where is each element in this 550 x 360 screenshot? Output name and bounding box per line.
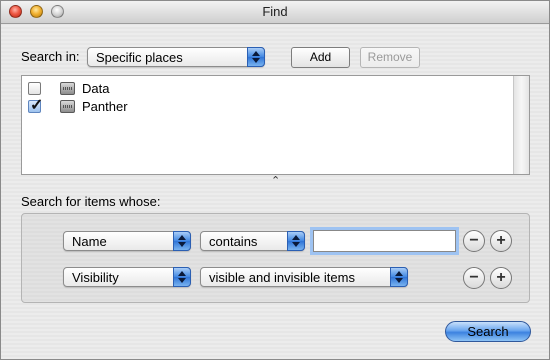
remove-button[interactable]: Remove <box>360 47 420 68</box>
operator-value: contains <box>209 234 258 249</box>
list-item[interactable]: ✓ Panther <box>28 97 328 116</box>
search-in-value: Specific places <box>96 50 183 65</box>
plus-icon[interactable]: + <box>490 267 512 289</box>
checkmark-icon: ✓ <box>30 97 44 114</box>
operator-value: visible and invisible items <box>209 270 355 285</box>
attribute-popup-visibility[interactable]: Visibility <box>63 267 191 287</box>
criteria-box <box>21 213 530 303</box>
popup-arrows-icon <box>247 47 265 67</box>
place-checkbox-panther[interactable]: ✓ <box>28 97 43 114</box>
window-title: Find <box>262 4 288 19</box>
operator-popup-visibility[interactable]: visible and invisible items <box>200 267 408 287</box>
popup-arrows-icon <box>390 267 408 287</box>
popup-arrows-icon <box>173 267 191 287</box>
place-checkbox-data[interactable] <box>28 82 41 95</box>
search-in-popup[interactable]: Specific places <box>87 47 265 67</box>
hard-drive-icon <box>60 82 75 95</box>
place-label: Data <box>82 81 110 96</box>
add-button[interactable]: Add <box>291 47 350 68</box>
places-list[interactable]: Data ✓ Panther <box>21 75 530 175</box>
list-item[interactable]: Data <box>28 80 328 98</box>
attribute-value: Visibility <box>72 270 119 285</box>
title-bar[interactable]: Find <box>1 1 549 24</box>
hard-drive-icon <box>60 100 75 113</box>
resize-grip-icon[interactable]: ⌃ <box>271 174 280 187</box>
operator-popup-contains[interactable]: contains <box>200 231 305 251</box>
minus-icon[interactable]: − <box>463 230 485 252</box>
name-search-field[interactable] <box>313 230 456 252</box>
attribute-popup-name[interactable]: Name <box>63 231 191 251</box>
popup-arrows-icon <box>173 231 191 251</box>
search-button[interactable]: Search <box>445 321 531 342</box>
find-window: Find Search in: Specific places Add Remo… <box>0 0 550 360</box>
minus-icon[interactable]: − <box>463 267 485 289</box>
popup-arrows-icon <box>287 231 305 251</box>
plus-icon[interactable]: + <box>490 230 512 252</box>
criteria-label: Search for items whose: <box>21 194 161 209</box>
attribute-value: Name <box>72 234 107 249</box>
list-scrollbar[interactable] <box>513 76 529 174</box>
place-label: Panther <box>82 99 128 114</box>
search-in-label: Search in: <box>21 49 80 64</box>
